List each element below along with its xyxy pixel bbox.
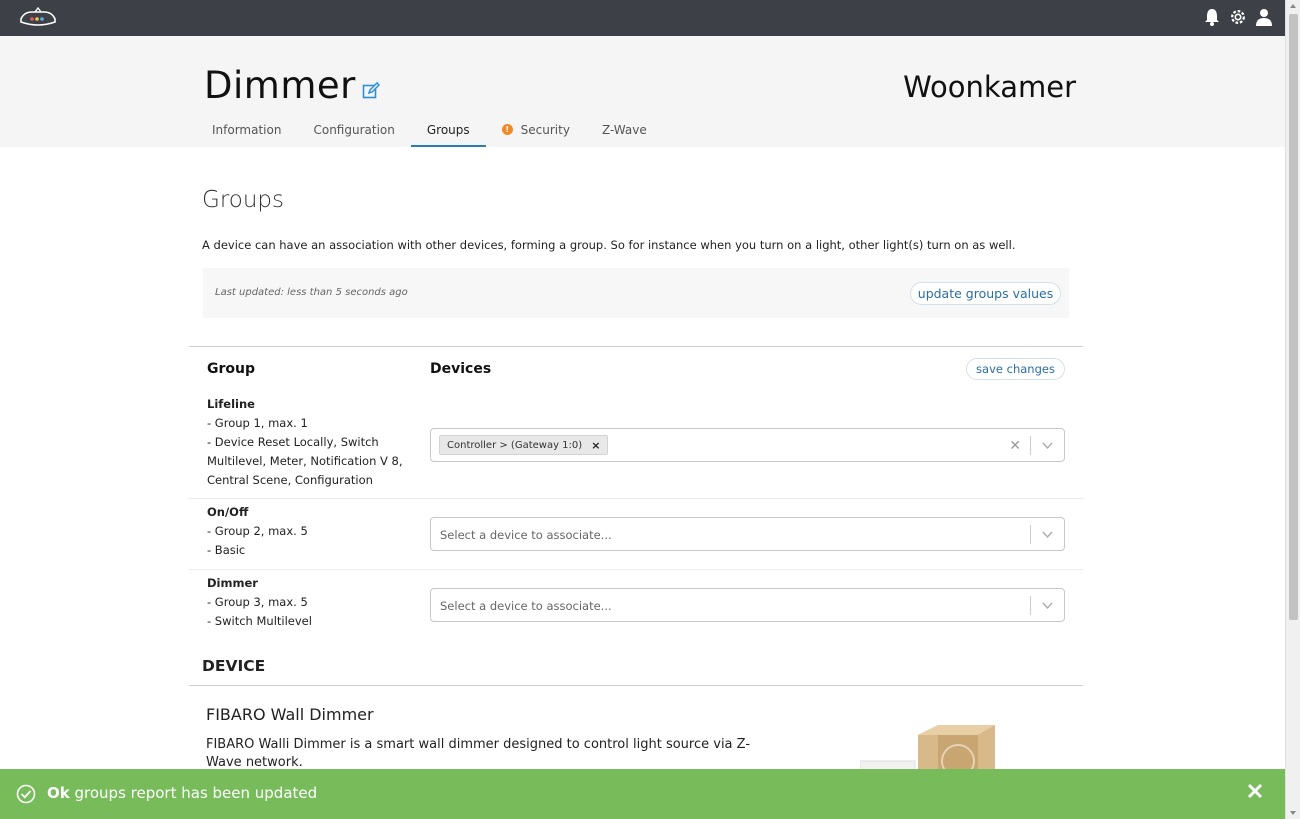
row-divider bbox=[189, 569, 1083, 570]
chevron-down-icon[interactable] bbox=[1042, 529, 1053, 540]
device-model-description: FIBARO Walli Dimmer is a smart wall dimm… bbox=[206, 737, 751, 770]
success-toast: Ok groups report has been updated bbox=[0, 769, 1285, 819]
room-name: Woonkamer bbox=[903, 70, 1076, 104]
devices-column-header: Devices bbox=[430, 361, 492, 377]
user-icon[interactable] bbox=[1255, 7, 1273, 27]
group-column-header: Group bbox=[207, 361, 256, 377]
tab-configuration[interactable]: Configuration bbox=[297, 114, 410, 147]
last-updated-text: Last updated: less than 5 seconds ago bbox=[215, 287, 408, 298]
chevron-down-icon[interactable] bbox=[1042, 600, 1053, 611]
select-separator bbox=[1030, 525, 1031, 544]
device-model-name: FIBARO Wall Dimmer bbox=[206, 705, 374, 724]
select-placeholder: Select a device to associate... bbox=[440, 528, 612, 542]
divider bbox=[189, 346, 1083, 347]
group-row-lifeline: Lifeline - Group 1, max. 1 - Device Rese… bbox=[207, 397, 403, 487]
group-row-dimmer: Dimmer - Group 3, max. 5 - Switch Multil… bbox=[207, 576, 312, 628]
edit-icon[interactable] bbox=[362, 82, 380, 100]
group-row-on-off: On/Off - Group 2, max. 5 - Basic bbox=[207, 505, 308, 557]
tab-groups[interactable]: Groups bbox=[410, 114, 486, 147]
tab-security[interactable]: ! Security bbox=[486, 114, 586, 147]
divider bbox=[189, 685, 1083, 686]
close-icon[interactable] bbox=[1247, 783, 1263, 799]
tab-bar: Information Configuration Groups ! Securi… bbox=[196, 114, 663, 147]
chevron-down-icon[interactable] bbox=[1042, 440, 1053, 451]
section-heading: Groups bbox=[202, 187, 285, 213]
dimmer-device-select[interactable]: Select a device to associate... bbox=[430, 588, 1065, 622]
scroll-down-arrow-icon[interactable] bbox=[1290, 811, 1296, 815]
bell-icon[interactable] bbox=[1203, 7, 1221, 27]
lifeline-device-select[interactable]: Controller > (Gateway 1:0) × ✕ bbox=[430, 428, 1065, 462]
page-scrollbar[interactable] bbox=[1285, 0, 1300, 819]
update-status-box: Last updated: less than 5 seconds ago up… bbox=[203, 268, 1069, 318]
warning-icon: ! bbox=[501, 124, 513, 135]
on-off-device-select[interactable]: Select a device to associate... bbox=[430, 517, 1065, 551]
product-image bbox=[860, 725, 995, 773]
select-separator bbox=[1030, 436, 1031, 455]
check-circle-icon bbox=[16, 784, 36, 804]
scrollbar-thumb[interactable] bbox=[1289, 14, 1298, 620]
toast-message: Ok groups report has been updated bbox=[47, 784, 318, 802]
home-logo-icon[interactable] bbox=[18, 6, 58, 30]
select-separator bbox=[1030, 596, 1031, 615]
save-changes-button[interactable]: save changes bbox=[966, 358, 1065, 380]
selected-device-chip: Controller > (Gateway 1:0) × bbox=[439, 435, 609, 455]
update-groups-button[interactable]: update groups values bbox=[910, 282, 1061, 305]
tab-information[interactable]: Information bbox=[196, 114, 297, 147]
tab-z-wave[interactable]: Z-Wave bbox=[586, 114, 663, 147]
top-bar bbox=[0, 0, 1285, 36]
main-content: Groups A device can have an association … bbox=[0, 147, 1285, 819]
section-description: A device can have an association with ot… bbox=[202, 238, 1016, 252]
scroll-up-arrow-icon[interactable] bbox=[1290, 4, 1296, 8]
gear-icon[interactable] bbox=[1229, 7, 1247, 27]
select-placeholder: Select a device to associate... bbox=[440, 599, 612, 613]
device-header: Dimmer Woonkamer Information Configurati… bbox=[0, 36, 1285, 147]
row-divider bbox=[189, 498, 1083, 499]
remove-chip-icon[interactable]: × bbox=[591, 439, 600, 452]
page-title: Dimmer bbox=[204, 64, 356, 107]
clear-icon[interactable]: ✕ bbox=[1009, 438, 1021, 454]
device-section-heading: DEVICE bbox=[202, 657, 266, 675]
